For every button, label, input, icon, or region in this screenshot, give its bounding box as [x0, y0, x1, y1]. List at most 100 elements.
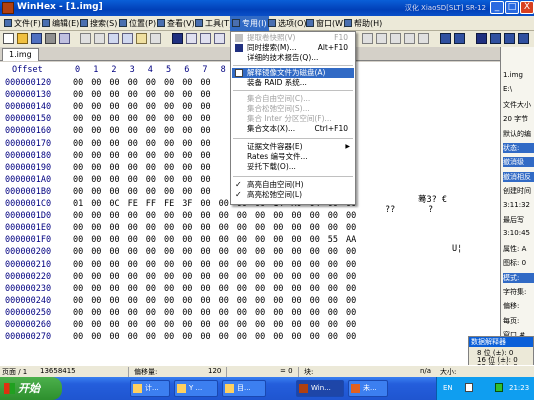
hex-byte[interactable]: 00 — [146, 163, 162, 173]
hex-byte[interactable]: 00 — [128, 308, 144, 318]
hex-byte[interactable]: 00 — [182, 126, 198, 136]
hex-byte[interactable]: 00 — [109, 247, 125, 257]
hex-byte[interactable]: 00 — [73, 284, 89, 294]
hex-byte[interactable]: 00 — [346, 223, 362, 233]
hex-byte[interactable]: 00 — [146, 175, 162, 185]
arrow-right-icon[interactable] — [504, 33, 515, 44]
undo-icon[interactable] — [80, 33, 91, 44]
hex-byte[interactable]: 00 — [109, 332, 125, 342]
hex-byte[interactable]: 00 — [146, 260, 162, 270]
hex-byte[interactable]: 00 — [291, 223, 307, 233]
hex-byte[interactable]: 00 — [164, 211, 180, 221]
hex-byte[interactable]: 00 — [328, 260, 344, 270]
hex-byte[interactable]: 00 — [91, 187, 107, 197]
hex-byte[interactable]: 00 — [200, 247, 216, 257]
hex-byte[interactable]: 00 — [273, 284, 289, 294]
hex-byte[interactable]: 00 — [109, 114, 125, 124]
taskbar-item-winhex[interactable]: Win... — [296, 380, 344, 397]
hex-byte[interactable]: 00 — [273, 296, 289, 306]
hex-byte[interactable]: 00 — [128, 126, 144, 136]
hex-byte[interactable]: 00 — [109, 102, 125, 112]
hex-byte[interactable]: 00 — [200, 187, 216, 197]
arrow-left-icon[interactable] — [490, 33, 501, 44]
hex-byte[interactable]: 00 — [146, 90, 162, 100]
fill-icon[interactable] — [150, 33, 161, 44]
hex-byte[interactable]: 00 — [310, 223, 326, 233]
open-file-icon[interactable] — [17, 33, 28, 44]
hex-byte[interactable]: 00 — [128, 272, 144, 282]
hex-byte[interactable]: 00 — [273, 223, 289, 233]
hex-byte[interactable]: 00 — [200, 223, 216, 233]
menu-edit[interactable]: 编辑(E) — [40, 16, 81, 31]
menu-item-simultaneous-search[interactable]: 同时搜索(M)... Alt+F10 — [232, 43, 354, 53]
hex-byte[interactable]: 00 — [128, 151, 144, 161]
hex-byte[interactable]: 00 — [73, 296, 89, 306]
hex-byte[interactable]: 00 — [128, 187, 144, 197]
taskbar-item-folder-y[interactable]: Y ... — [174, 380, 218, 397]
hex-byte[interactable]: 00 — [200, 332, 216, 342]
copy-icon[interactable] — [108, 33, 119, 44]
hex-byte[interactable]: 00 — [182, 332, 198, 342]
hex-byte[interactable]: 00 — [273, 260, 289, 270]
hex-byte[interactable]: 00 — [146, 211, 162, 221]
hex-byte[interactable]: 00 — [200, 78, 216, 88]
hex-byte[interactable]: 00 — [128, 211, 144, 221]
disk-editor-icon[interactable] — [362, 33, 373, 44]
hex-byte[interactable]: 00 — [273, 235, 289, 245]
hex-byte[interactable]: 00 — [182, 284, 198, 294]
hex-byte[interactable]: 00 — [109, 223, 125, 233]
hex-byte[interactable]: 00 — [109, 320, 125, 330]
hex-byte[interactable]: 00 — [128, 260, 144, 270]
hex-byte[interactable]: 00 — [237, 296, 253, 306]
menu-item-interpret-image-as-disk[interactable]: 解释镜像文件为磁盘(A) — [232, 68, 354, 78]
arrow-down-icon[interactable] — [518, 33, 529, 44]
hex-byte[interactable]: 00 — [237, 260, 253, 270]
save-icon[interactable] — [31, 33, 42, 44]
menu-item-download[interactable]: 妥托下载(O)... — [232, 162, 354, 172]
hex-byte[interactable]: 00 — [91, 163, 107, 173]
hex-byte[interactable]: 00 — [109, 235, 125, 245]
hex-byte[interactable]: 00 — [109, 175, 125, 185]
hex-byte[interactable]: 00 — [91, 175, 107, 185]
hex-byte[interactable]: 00 — [182, 308, 198, 318]
hex-byte[interactable]: 00 — [291, 308, 307, 318]
find-hex-icon[interactable] — [186, 33, 197, 44]
hex-byte[interactable]: 00 — [237, 272, 253, 282]
winhex-app-icon[interactable] — [2, 2, 14, 14]
hex-byte[interactable]: 00 — [291, 284, 307, 294]
hex-byte[interactable]: 00 — [73, 247, 89, 257]
hex-byte[interactable]: 00 — [164, 78, 180, 88]
hash-icon[interactable] — [404, 33, 415, 44]
hex-byte[interactable]: 00 — [109, 211, 125, 221]
hex-byte[interactable]: 00 — [182, 163, 198, 173]
hex-byte[interactable]: FE — [164, 199, 180, 209]
hex-byte[interactable]: 00 — [291, 211, 307, 221]
hex-byte[interactable]: AA — [346, 235, 362, 245]
menu-item-highlight-slack-space[interactable]: ✓ 高亮松弛空间(L) — [232, 190, 354, 200]
hex-byte[interactable]: 00 — [128, 247, 144, 257]
hex-byte[interactable]: 00 — [128, 78, 144, 88]
hex-byte[interactable]: 00 — [273, 247, 289, 257]
hex-byte[interactable]: 00 — [237, 247, 253, 257]
hex-byte[interactable]: 00 — [182, 320, 198, 330]
hex-byte[interactable]: 00 — [146, 223, 162, 233]
hex-byte[interactable]: 00 — [219, 272, 235, 282]
hex-byte[interactable]: 00 — [219, 223, 235, 233]
hex-byte[interactable]: 00 — [146, 284, 162, 294]
hex-byte[interactable]: 00 — [164, 247, 180, 257]
hex-byte[interactable]: 00 — [91, 235, 107, 245]
hex-byte[interactable]: 00 — [164, 308, 180, 318]
hex-byte[interactable]: 00 — [346, 211, 362, 221]
menu-specialist[interactable]: 专用(I) — [230, 16, 269, 31]
hex-byte[interactable]: 00 — [146, 235, 162, 245]
hex-byte[interactable]: 00 — [328, 296, 344, 306]
hex-byte[interactable]: 55 — [328, 235, 344, 245]
find-icon[interactable] — [172, 33, 183, 44]
hex-byte[interactable]: 00 — [91, 126, 107, 136]
hex-byte[interactable]: 00 — [273, 320, 289, 330]
hex-byte[interactable]: 00 — [219, 284, 235, 294]
hex-byte[interactable]: 00 — [109, 296, 125, 306]
hex-byte[interactable]: 00 — [182, 211, 198, 221]
hex-byte[interactable]: 00 — [146, 151, 162, 161]
hex-byte[interactable]: 00 — [91, 223, 107, 233]
